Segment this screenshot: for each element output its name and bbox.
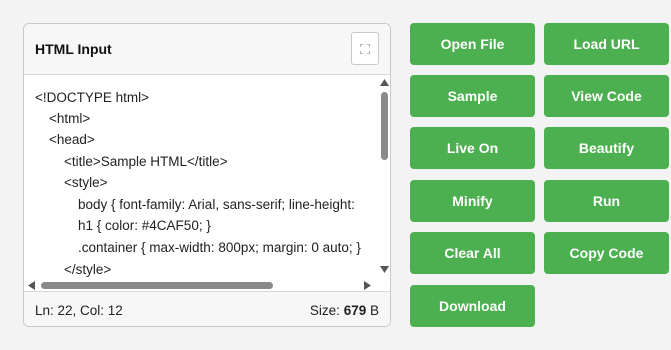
code-line: .container { max-width: 800px; margin: 0… [78, 240, 361, 255]
scroll-up-arrow-icon[interactable] [380, 79, 389, 86]
size-unit: B [369, 303, 379, 318]
view-code-button[interactable]: View Code [544, 75, 669, 117]
minify-button[interactable]: Minify [410, 180, 535, 222]
scroll-down-arrow-icon[interactable] [380, 266, 389, 273]
sample-button[interactable]: Sample [410, 75, 535, 117]
expand-icon [360, 44, 370, 54]
open-file-button[interactable]: Open File [410, 23, 535, 65]
panel-title: HTML Input [35, 41, 112, 57]
load-url-button[interactable]: Load URL [544, 23, 669, 65]
scroll-right-arrow-icon[interactable] [364, 281, 371, 290]
code-line: <title>Sample HTML</title> [64, 154, 228, 169]
horizontal-scrollbar[interactable] [24, 279, 378, 291]
clear-all-button[interactable]: Clear All [410, 232, 535, 274]
vertical-scroll-thumb[interactable] [381, 92, 388, 160]
code-line: <html> [49, 111, 91, 126]
panel-header: HTML Input [24, 24, 390, 75]
cursor-position: Ln: 22, Col: 12 [35, 303, 123, 318]
fullscreen-button[interactable] [351, 32, 379, 65]
file-size: Size: 679 B [310, 303, 379, 318]
horizontal-scroll-thumb[interactable] [41, 282, 273, 289]
size-label: Size: [309, 303, 340, 318]
size-value: 679 [343, 303, 367, 318]
vertical-scrollbar[interactable] [378, 75, 390, 279]
status-bar: Ln: 22, Col: 12 Size: 679 B [24, 291, 390, 326]
copy-code-button[interactable]: Copy Code [544, 232, 669, 274]
code-line: h1 { color: #4CAF50; } [78, 218, 211, 233]
code-line: <style> [64, 175, 108, 190]
code-line: <head> [49, 132, 95, 147]
beautify-button[interactable]: Beautify [544, 127, 669, 169]
run-button[interactable]: Run [544, 180, 669, 222]
code-line: </style> [64, 262, 112, 277]
scroll-left-arrow-icon[interactable] [28, 281, 35, 290]
code-editor[interactable]: <!DOCTYPE html> <html> <head> <title>Sam… [24, 75, 378, 279]
code-line: body { font-family: Arial, sans-serif; l… [78, 197, 355, 212]
live-on-button[interactable]: Live On [410, 127, 535, 169]
code-line: <!DOCTYPE html> [35, 90, 150, 105]
download-button[interactable]: Download [410, 285, 535, 327]
html-input-panel: HTML Input <!DOCTYPE html> <html> <head>… [23, 23, 391, 327]
